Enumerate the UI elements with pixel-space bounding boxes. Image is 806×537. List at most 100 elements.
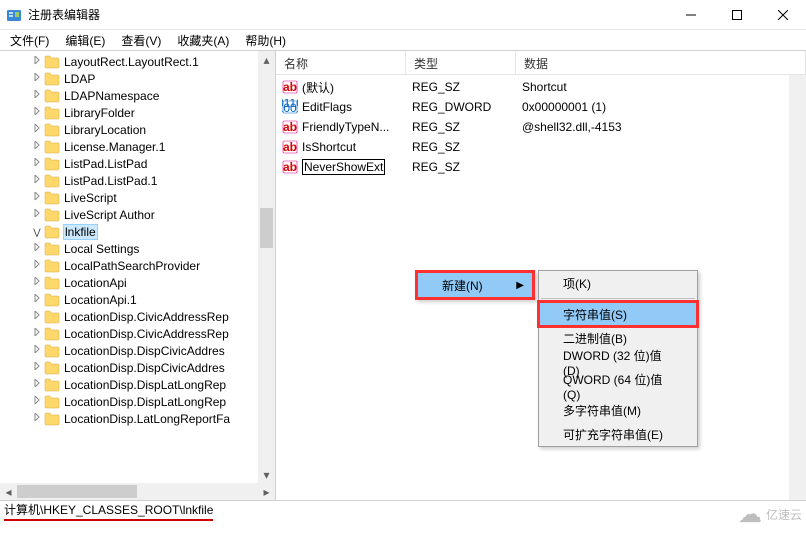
tree-item[interactable]: LocationDisp.CivicAddressRep <box>30 325 275 342</box>
list-vertical-scrollbar[interactable] <box>789 75 806 500</box>
context-submenu-item[interactable]: 多字符串值(M) <box>539 398 697 422</box>
expander-closed-icon[interactable] <box>30 124 44 135</box>
tree-item[interactable]: LocationDisp.DispLatLongRep <box>30 393 275 410</box>
expander-closed-icon[interactable] <box>30 175 44 186</box>
expander-closed-icon[interactable] <box>30 294 44 305</box>
tree-item[interactable]: License.Manager.1 <box>30 138 275 155</box>
tree-item-label: LocationDisp.CivicAddressRep <box>64 310 229 324</box>
folder-icon <box>44 225 60 239</box>
tree-vertical-scrollbar[interactable]: ▴ ▾ <box>258 51 275 483</box>
column-name[interactable]: 名称 <box>276 51 406 74</box>
tree-item[interactable]: LocationApi.1 <box>30 291 275 308</box>
close-button[interactable] <box>760 0 806 30</box>
tree-item[interactable]: LiveScript Author <box>30 206 275 223</box>
menu-file[interactable]: 文件(F) <box>4 30 55 51</box>
value-data: Shortcut <box>516 80 806 94</box>
list-row[interactable]: abFriendlyTypeN...REG_SZ@shell32.dll,-41… <box>276 117 806 137</box>
svg-text:ab: ab <box>283 160 297 174</box>
expander-closed-icon[interactable] <box>30 209 44 220</box>
tree-item-label: LocalPathSearchProvider <box>64 259 200 273</box>
expander-closed-icon[interactable] <box>30 396 44 407</box>
tree-item[interactable]: LocationDisp.CivicAddressRep <box>30 308 275 325</box>
expander-closed-icon[interactable] <box>30 73 44 84</box>
expander-closed-icon[interactable] <box>30 56 44 67</box>
tree-item-label: LocationApi <box>64 276 127 290</box>
tree-item[interactable]: ListPad.ListPad <box>30 155 275 172</box>
tree-item-label: License.Manager.1 <box>64 140 165 154</box>
expander-closed-icon[interactable] <box>30 311 44 322</box>
expander-closed-icon[interactable] <box>30 243 44 254</box>
column-type[interactable]: 类型 <box>406 51 516 74</box>
menu-edit[interactable]: 编辑(E) <box>59 30 111 51</box>
column-data[interactable]: 数据 <box>516 51 806 74</box>
folder-icon <box>44 157 60 171</box>
folder-icon <box>44 378 60 392</box>
tree-item-label: LayoutRect.LayoutRect.1 <box>64 55 199 69</box>
minimize-button[interactable] <box>668 0 714 30</box>
list-row[interactable]: 01101001EditFlagsREG_DWORD0x00000001 (1) <box>276 97 806 117</box>
folder-icon <box>44 242 60 256</box>
expander-closed-icon[interactable] <box>30 192 44 203</box>
titlebar: 注册表编辑器 <box>0 0 806 30</box>
expander-closed-icon[interactable] <box>30 379 44 390</box>
list-row[interactable]: ab(默认)REG_SZShortcut <box>276 77 806 97</box>
tree-item[interactable]: LocationApi <box>30 274 275 291</box>
folder-icon <box>44 106 60 120</box>
context-submenu-item[interactable]: 字符串值(S) <box>539 302 697 326</box>
tree-item[interactable]: LDAPNamespace <box>30 87 275 104</box>
tree-horizontal-scrollbar[interactable]: ◂ ▸ <box>0 483 275 500</box>
expander-closed-icon[interactable] <box>30 141 44 152</box>
context-submenu-item[interactable]: 项(K) <box>539 271 697 295</box>
tree-item[interactable]: LiveScript <box>30 189 275 206</box>
menu-view[interactable]: 查看(V) <box>115 30 167 51</box>
scroll-down-icon[interactable]: ▾ <box>258 466 275 483</box>
context-submenu-item[interactable]: 可扩充字符串值(E) <box>539 422 697 446</box>
tree-item[interactable]: ListPad.ListPad.1 <box>30 172 275 189</box>
value-type: REG_DWORD <box>406 100 516 114</box>
context-submenu-item[interactable]: QWORD (64 位)值(Q) <box>539 374 697 398</box>
expander-closed-icon[interactable] <box>30 107 44 118</box>
expander-closed-icon[interactable] <box>30 345 44 356</box>
tree-item[interactable]: LibraryFolder <box>30 104 275 121</box>
expander-closed-icon[interactable] <box>30 328 44 339</box>
scroll-thumb[interactable] <box>260 208 273 248</box>
tree-item[interactable]: LocationDisp.LatLongReportFa <box>30 410 275 427</box>
expander-closed-icon[interactable] <box>30 260 44 271</box>
expander-closed-icon[interactable] <box>30 158 44 169</box>
menu-favorites[interactable]: 收藏夹(A) <box>171 30 235 51</box>
expander-closed-icon[interactable] <box>30 362 44 373</box>
expander-closed-icon[interactable] <box>30 90 44 101</box>
tree-item[interactable]: LocationDisp.DispCivicAddres <box>30 359 275 376</box>
tree-item[interactable]: LocalPathSearchProvider <box>30 257 275 274</box>
list-row[interactable]: abIsShortcutREG_SZ <box>276 137 806 157</box>
scroll-left-icon[interactable]: ◂ <box>0 483 17 500</box>
tree-item[interactable]: LocationDisp.DispCivicAddres <box>30 342 275 359</box>
tree-item-label: LDAP <box>64 72 95 86</box>
tree-item-label: LocationDisp.LatLongReportFa <box>64 412 230 426</box>
expander-open-icon[interactable]: ⋁ <box>30 227 44 237</box>
tree-item[interactable]: ⋁lnkfile <box>30 223 275 240</box>
scroll-right-icon[interactable]: ▸ <box>258 483 275 500</box>
list-row[interactable]: abNeverShowExtREG_SZ <box>276 157 806 177</box>
window-title: 注册表编辑器 <box>28 6 668 23</box>
tree-item[interactable]: LDAP <box>30 70 275 87</box>
string-value-icon: ab <box>282 119 298 135</box>
expander-closed-icon[interactable] <box>30 413 44 424</box>
context-menu-item-new[interactable]: 新建(N) ▶ <box>418 273 532 297</box>
expander-closed-icon[interactable] <box>30 277 44 288</box>
tree-item[interactable]: LibraryLocation <box>30 121 275 138</box>
scroll-up-icon[interactable]: ▴ <box>258 51 275 68</box>
folder-icon <box>44 208 60 222</box>
value-name: EditFlags <box>302 100 352 114</box>
folder-icon <box>44 55 60 69</box>
scroll-thumb-h[interactable] <box>17 485 137 498</box>
tree-item[interactable]: LocationDisp.DispLatLongRep <box>30 376 275 393</box>
maximize-button[interactable] <box>714 0 760 30</box>
tree-item[interactable]: LayoutRect.LayoutRect.1 <box>30 53 275 70</box>
menu-help[interactable]: 帮助(H) <box>239 30 292 51</box>
folder-icon <box>44 174 60 188</box>
context-submenu-label: QWORD (64 位)值(Q) <box>563 371 673 402</box>
tree-item-label: LibraryLocation <box>64 123 146 137</box>
svg-text:ab: ab <box>283 80 297 94</box>
tree-item[interactable]: Local Settings <box>30 240 275 257</box>
